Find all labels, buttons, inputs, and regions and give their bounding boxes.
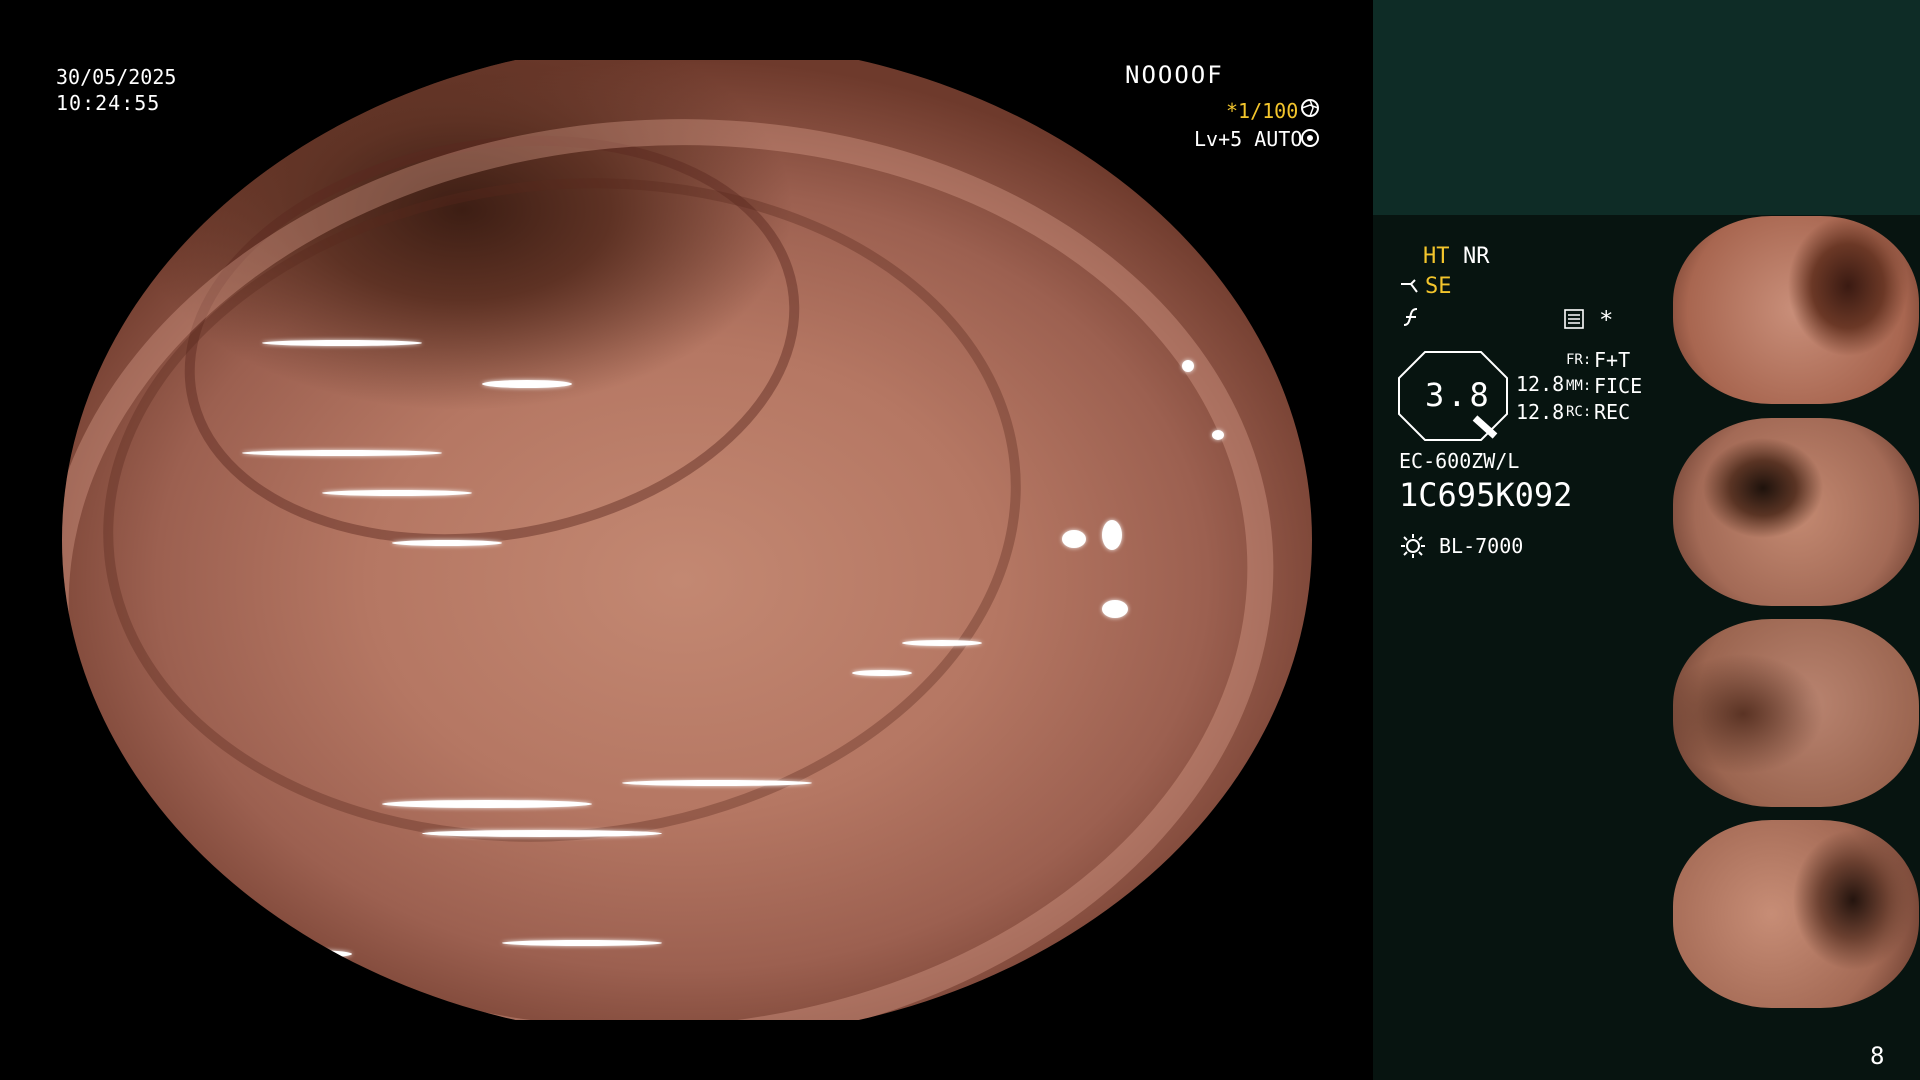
light-reflection <box>1102 520 1122 550</box>
capture-thumbnail-2[interactable] <box>1673 418 1919 606</box>
endoscope-image <box>62 60 1312 1020</box>
light-reflection <box>242 450 442 456</box>
light-reflection <box>382 800 592 808</box>
se-label: SE <box>1425 274 1452 299</box>
fr-label: FR: <box>1566 352 1592 368</box>
asterisk-icon: * <box>1599 306 1614 334</box>
light-reflection <box>262 340 422 346</box>
light-reflection <box>502 940 662 946</box>
capture-thumbnail-1[interactable] <box>1673 216 1919 404</box>
ht-label: HT <box>1423 244 1450 269</box>
scope-model-text: EC-600ZW/L <box>1399 449 1520 473</box>
f-script-icon <box>1401 306 1423 334</box>
sun-icon <box>1399 532 1427 566</box>
value-row-2: 12.8 <box>1516 400 1565 424</box>
light-reflection <box>1062 530 1086 548</box>
level-auto-text: Lv+5 AUTO <box>1194 127 1303 151</box>
serial-number-text: 1C695K092 <box>1399 476 1573 514</box>
fr-value: F+T <box>1594 348 1631 372</box>
light-reflection <box>482 380 572 388</box>
endoscope-view-area: 30/05/2025 10:24:55 NOOOOF *1/100 Lv+5 A… <box>0 0 1373 1080</box>
zoom-value: 3.8 <box>1425 376 1492 414</box>
value-row-1: 12.8 <box>1516 372 1565 396</box>
date-text: 30/05/2025 <box>56 65 177 89</box>
capture-thumbnail-3[interactable] <box>1673 619 1919 807</box>
light-reflection <box>262 950 352 958</box>
page-number: 8 <box>1870 1042 1885 1070</box>
scope-bend-icon <box>1399 276 1421 304</box>
light-reflection <box>1182 360 1194 372</box>
light-reflection <box>1102 600 1128 618</box>
target-icon <box>1300 128 1320 154</box>
info-panel-header <box>1373 0 1920 215</box>
mm-value: FICE <box>1594 374 1643 398</box>
light-source-text: BL-7000 <box>1439 534 1524 558</box>
mode-code-text: NOOOOF <box>1125 61 1224 89</box>
mm-label: MM: <box>1566 378 1592 394</box>
shutter-speed-text: *1/100 <box>1226 99 1299 123</box>
nr-label: NR <box>1463 244 1490 269</box>
mucosal-fold <box>62 78 1306 1020</box>
light-reflection <box>322 490 472 496</box>
light-reflection <box>622 780 812 786</box>
time-text: 10:24:55 <box>56 91 161 115</box>
rc-value: REC <box>1594 400 1631 424</box>
capture-thumbnail-4[interactable] <box>1673 820 1919 1008</box>
light-reflection <box>902 640 982 646</box>
light-reflection <box>422 830 662 837</box>
light-reflection <box>392 540 502 546</box>
list-box-icon <box>1563 308 1585 336</box>
light-reflection <box>1212 430 1224 440</box>
rc-label: RC: <box>1566 404 1592 420</box>
aperture-icon <box>1300 98 1320 124</box>
light-reflection <box>852 670 912 676</box>
